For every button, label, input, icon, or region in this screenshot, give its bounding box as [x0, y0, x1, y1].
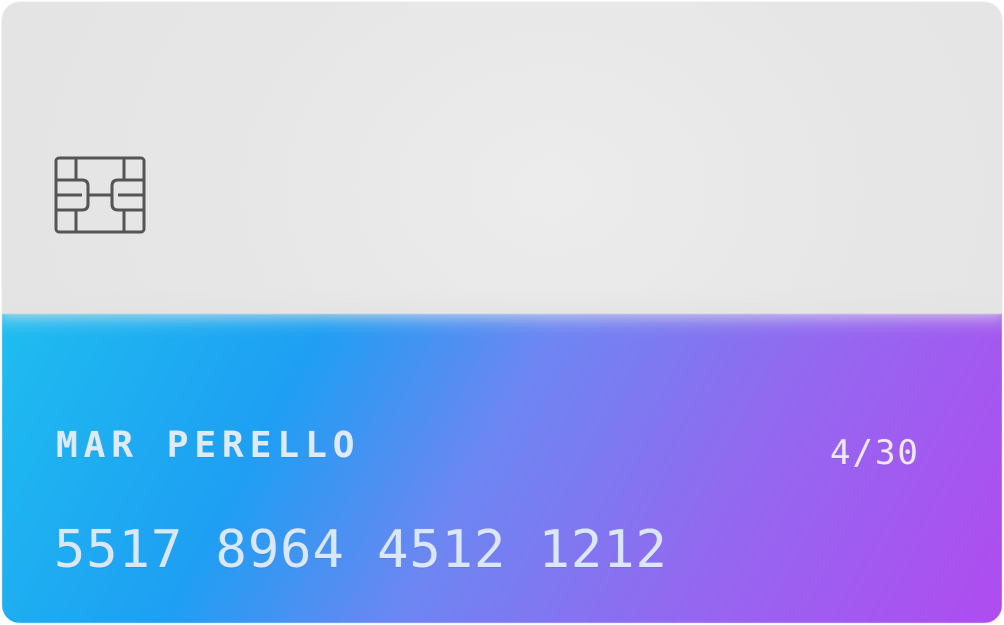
- card-number: 5517 8964 4512 1212: [54, 520, 668, 580]
- cardholder-name: MAR PERELLO: [56, 425, 361, 466]
- credit-card: MAR PERELLO 4/30 5517 8964 4512 1212: [2, 2, 1002, 623]
- card-expiry: 4/30: [830, 433, 920, 473]
- chip-graphic: [54, 156, 146, 234]
- card-chip-icon: [54, 156, 146, 234]
